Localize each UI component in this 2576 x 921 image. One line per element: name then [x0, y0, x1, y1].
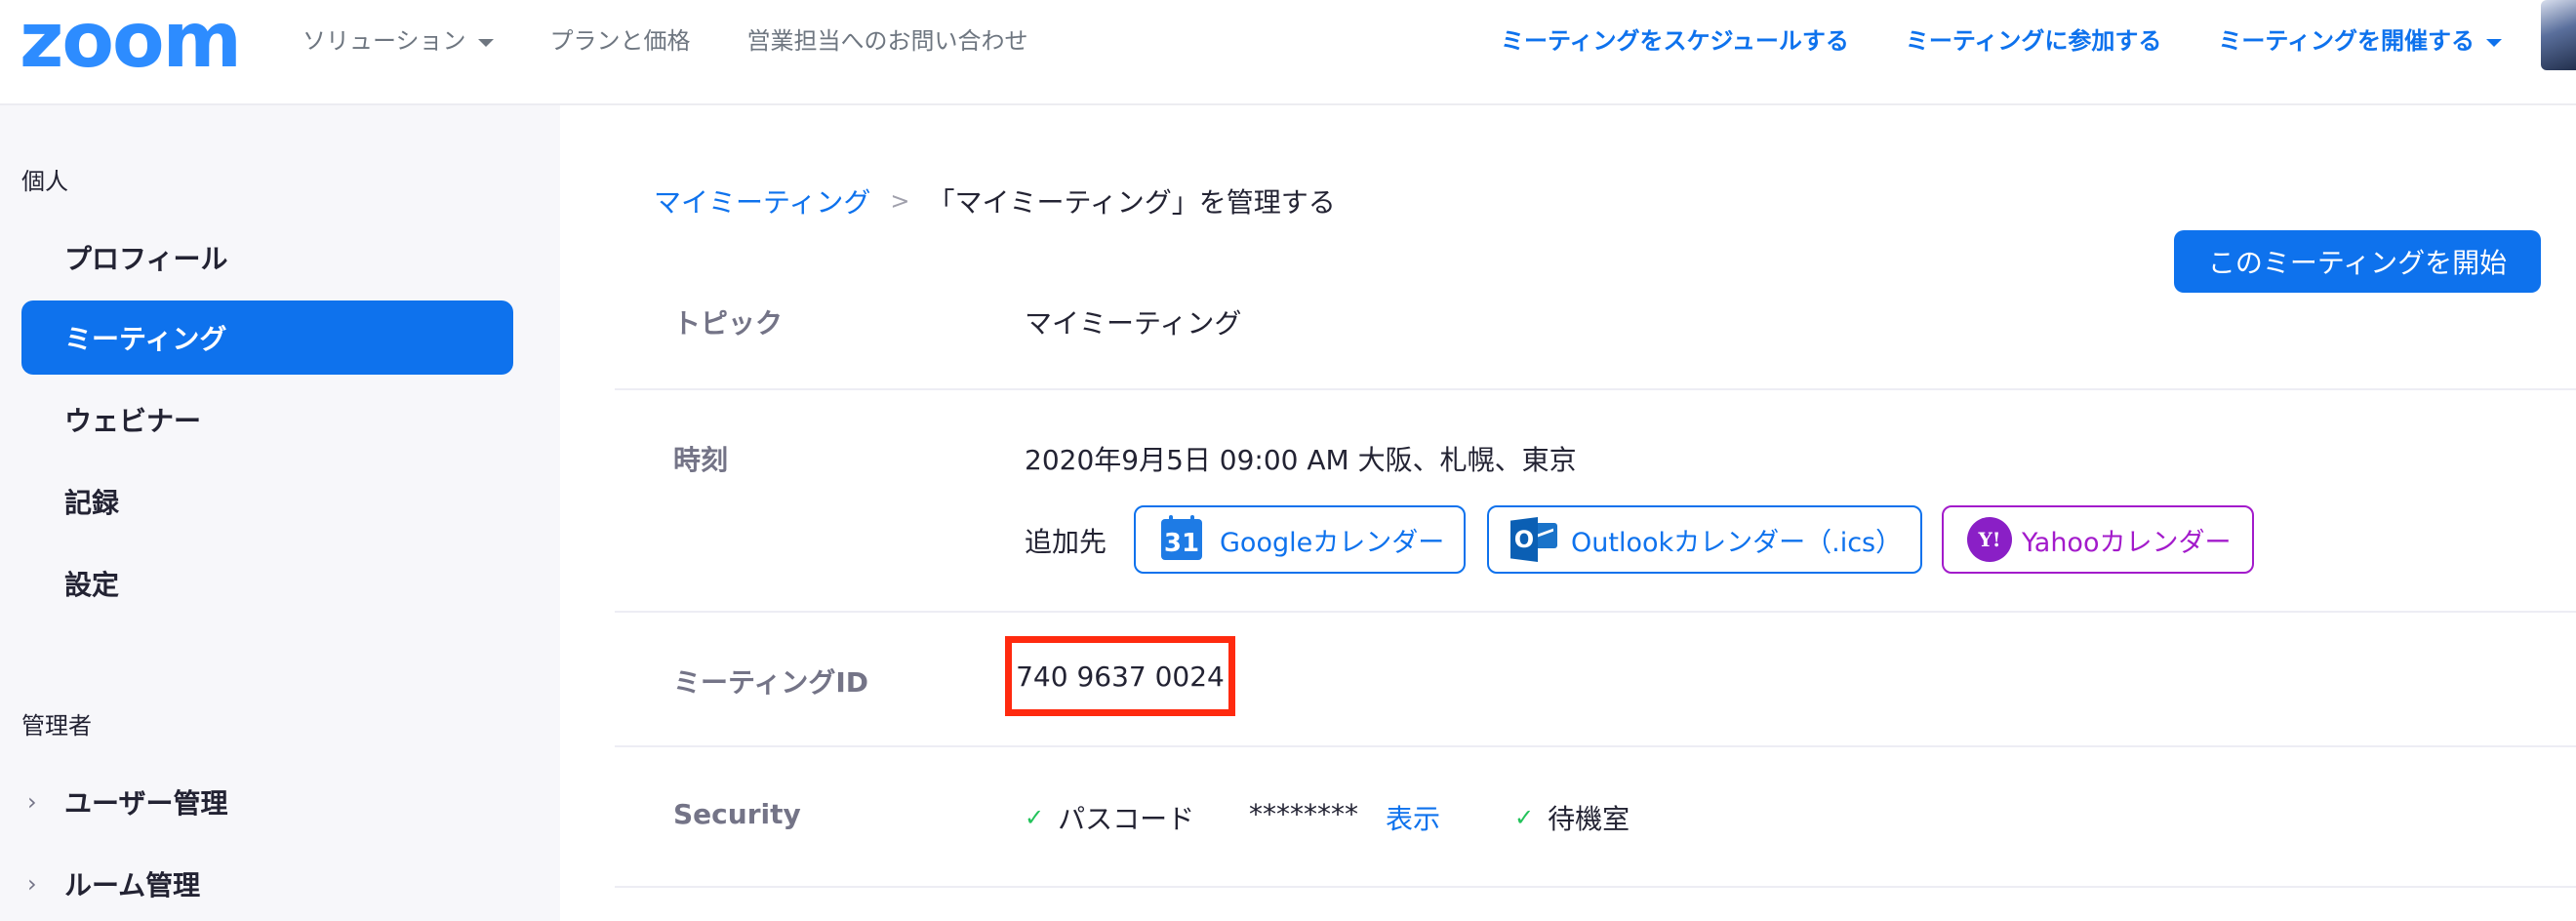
- divider: [615, 745, 2576, 747]
- sidebar-item-profile[interactable]: プロフィール: [21, 220, 513, 295]
- sidebar-item-room-management[interactable]: › ルーム管理: [21, 847, 513, 921]
- nav-solutions-label: ソリューション: [302, 27, 466, 55]
- breadcrumb-my-meetings-link[interactable]: マイミーティング: [654, 181, 870, 220]
- outlook-icon: O: [1510, 517, 1559, 562]
- nav-join-meeting[interactable]: ミーティングに参加する: [1906, 21, 2162, 60]
- add-to-calendar-label: 追加先: [1025, 526, 1107, 558]
- divider: [615, 611, 2576, 613]
- nav-host-meeting[interactable]: ミーティングを開催する: [2218, 21, 2502, 60]
- breadcrumb-current: 「マイミーティング」を管理する: [927, 186, 1336, 219]
- time-label: 時刻: [673, 444, 729, 476]
- sidebar-item-label: ウェビナー: [64, 405, 202, 437]
- outlook-calendar-label: Outlookカレンダー（.ics）: [1571, 527, 1903, 558]
- breadcrumb: マイミーティング > 「マイミーティング」を管理する: [654, 181, 1336, 220]
- check-icon: ✓: [1025, 804, 1045, 831]
- nav-solutions[interactable]: ソリューション: [302, 21, 494, 60]
- sidebar-item-label: 設定: [64, 569, 120, 601]
- passcode-item: ✓ パスコード: [1025, 798, 1194, 837]
- waiting-room-item: ✓ 待機室: [1514, 798, 1630, 837]
- nav-host-meeting-label: ミーティングを開催する: [2218, 27, 2475, 55]
- breadcrumb-separator: >: [890, 187, 910, 215]
- nav-schedule-meeting-label: ミーティングをスケジュールする: [1500, 27, 1849, 55]
- time-value: 2020年9月5日 09:00 AM 大阪、札幌、東京: [1025, 444, 1577, 476]
- nav-plans-pricing[interactable]: プランと価格: [550, 21, 691, 60]
- meeting-id-value: 740 9637 0024: [1016, 660, 1225, 693]
- sidebar-item-label: 記録: [64, 487, 120, 519]
- sidebar-item-label: ユーザー管理: [64, 787, 228, 820]
- sidebar-header-admin: 管理者: [21, 712, 92, 740]
- nav-schedule-meeting[interactable]: ミーティングをスケジュールする: [1501, 21, 1849, 60]
- passcode-label: パスコード: [1058, 803, 1195, 835]
- nav-contact-sales[interactable]: 営業担当へのお問い合わせ: [747, 21, 1028, 60]
- caret-down-icon: [477, 39, 494, 47]
- show-passcode-label: 表示: [1386, 803, 1441, 835]
- google-calendar-button[interactable]: 31 Googleカレンダー: [1134, 505, 1466, 574]
- nav-plans-pricing-label: プランと価格: [549, 27, 691, 55]
- divider: [615, 886, 2576, 888]
- sidebar-item-user-management[interactable]: › ユーザー管理: [21, 765, 513, 839]
- security-label: Security: [673, 798, 801, 830]
- waiting-room-label: 待機室: [1548, 803, 1630, 835]
- sidebar-header-personal: 個人: [21, 168, 68, 195]
- sidebar-item-label: ルーム管理: [64, 869, 201, 901]
- show-passcode-link[interactable]: 表示: [1386, 798, 1440, 837]
- sidebar-item-webinars[interactable]: ウェビナー: [21, 382, 513, 457]
- user-avatar[interactable]: [2541, 0, 2576, 70]
- topic-label: トピック: [673, 307, 784, 340]
- caret-down-icon: [2486, 39, 2502, 47]
- outlook-calendar-button[interactable]: O Outlookカレンダー（.ics）: [1487, 505, 1922, 574]
- nav-join-meeting-label: ミーティングに参加する: [1905, 27, 2162, 55]
- start-meeting-button[interactable]: このミーティングを開始: [2174, 230, 2541, 293]
- chevron-right-icon: ›: [27, 788, 37, 816]
- outlook-letter: O: [1510, 517, 1538, 562]
- meeting-id-highlight-box: 740 9637 0024: [1005, 636, 1235, 716]
- google-calendar-label: Googleカレンダー: [1220, 527, 1445, 558]
- nav-right-group: ミーティングをスケジュールする ミーティングに参加する ミーティングを開催する: [1501, 21, 2502, 60]
- passcode-mask-value: ********: [1249, 798, 1358, 830]
- chevron-right-icon: ›: [27, 870, 37, 898]
- top-navigation-bar: zoom ソリューション プランと価格 営業担当へのお問い合わせ ミーティングを…: [0, 0, 2576, 105]
- meeting-id-label: ミーティングID: [673, 666, 868, 699]
- topic-value: マイミーティング: [1025, 307, 1242, 340]
- nav-left-group: ソリューション プランと価格 営業担当へのお問い合わせ: [302, 21, 1028, 60]
- passcode-mask: ********: [1249, 798, 1358, 830]
- sidebar-item-label: プロフィール: [64, 243, 228, 275]
- check-icon: ✓: [1514, 804, 1535, 831]
- zoom-logo[interactable]: zoom: [20, 3, 242, 79]
- google-calendar-icon: 31: [1161, 515, 1202, 560]
- sidebar-item-recordings[interactable]: 記録: [21, 464, 513, 539]
- sidebar-item-settings[interactable]: 設定: [21, 546, 513, 621]
- yahoo-calendar-button[interactable]: Y! Yahooカレンダー: [1942, 505, 2254, 574]
- yahoo-calendar-label: Yahooカレンダー: [2022, 527, 2232, 558]
- nav-contact-sales-label: 営業担当へのお問い合わせ: [746, 27, 1028, 55]
- divider: [615, 388, 2576, 390]
- sidebar: 個人 プロフィール ミーティング ウェビナー 記録 設定 管理者 › ユーザー管…: [0, 105, 560, 921]
- sidebar-item-meetings[interactable]: ミーティング: [21, 300, 513, 375]
- sidebar-item-label: ミーティング: [64, 323, 227, 355]
- yahoo-icon: Y!: [1967, 517, 2012, 562]
